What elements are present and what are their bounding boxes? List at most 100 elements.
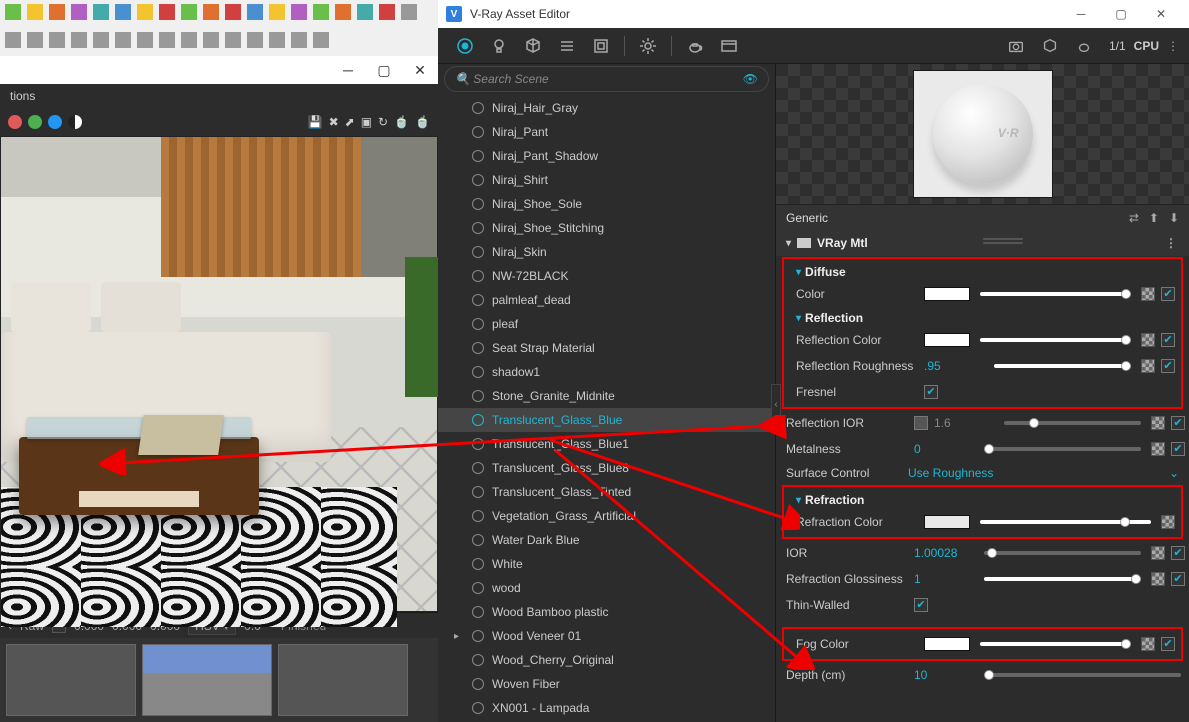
texture-slot[interactable] — [1151, 416, 1165, 430]
material-row[interactable]: Niraj_Skin — [438, 240, 775, 264]
render-viewport[interactable] — [0, 136, 438, 612]
material-row[interactable]: Seat Strap Material — [438, 336, 775, 360]
material-row[interactable]: Niraj_Pant_Shadow — [438, 144, 775, 168]
value-input[interactable]: .95 — [924, 359, 984, 373]
maximize-button[interactable]: ▢ — [1101, 0, 1141, 28]
texture-slot[interactable] — [1151, 442, 1165, 456]
material-row[interactable]: NW-72BLACK — [438, 264, 775, 288]
search-input[interactable]: 🔍 Search Scene 👁 — [444, 66, 769, 92]
tool-icon[interactable] — [159, 4, 175, 20]
slider[interactable] — [984, 447, 1141, 451]
tool-icon[interactable] — [115, 32, 131, 48]
row-surface-control[interactable]: Surface Control Use Roughness ⌄ — [776, 462, 1189, 484]
slider[interactable] — [984, 551, 1141, 555]
bw-dot-button[interactable] — [68, 115, 82, 129]
slider[interactable] — [980, 292, 1131, 296]
texture-slot[interactable] — [1141, 637, 1155, 651]
texture-slot[interactable] — [1161, 515, 1175, 529]
tool-icon[interactable] — [203, 4, 219, 20]
minimize-button[interactable]: ─ — [330, 56, 366, 84]
menu-dots-icon[interactable]: ⋮ — [1167, 39, 1179, 53]
color-swatch[interactable] — [924, 515, 970, 529]
material-type-row[interactable]: VRay Mtl ⋮ — [776, 230, 1189, 256]
save-icon[interactable]: 💾 — [308, 115, 323, 129]
tool-icon[interactable] — [203, 32, 219, 48]
checkbox[interactable] — [1171, 416, 1185, 430]
camera-icon[interactable] — [1005, 35, 1027, 57]
texture-slot[interactable] — [1141, 287, 1155, 301]
teapot-outline-icon[interactable]: 🍵 — [415, 115, 430, 129]
adjust-icon[interactable]: ⇄ — [1129, 211, 1139, 225]
tool-icon[interactable] — [225, 32, 241, 48]
tool-icon[interactable] — [71, 32, 87, 48]
material-row[interactable]: Stone_Granite_Midnite — [438, 384, 775, 408]
history-thumb[interactable] — [142, 644, 272, 716]
material-row[interactable]: wood — [438, 576, 775, 600]
material-row[interactable]: Niraj_Hair_Gray — [438, 96, 775, 120]
material-row[interactable]: shadow1 — [438, 360, 775, 384]
material-row[interactable]: Niraj_Shirt — [438, 168, 775, 192]
material-row[interactable]: pleaf — [438, 312, 775, 336]
red-dot-button[interactable] — [8, 115, 22, 129]
tool-icon[interactable] — [225, 4, 241, 20]
texture-slot[interactable] — [1141, 333, 1155, 347]
value-input[interactable]: 1 — [914, 572, 974, 586]
tool-icon[interactable] — [313, 32, 329, 48]
slider[interactable] — [984, 577, 1141, 581]
texture-slot[interactable] — [1151, 572, 1165, 586]
history-thumbnails[interactable] — [0, 638, 438, 722]
tool-icon[interactable] — [335, 4, 351, 20]
close-button[interactable]: ✕ — [402, 56, 438, 84]
tool-icon[interactable] — [71, 4, 87, 20]
cube-icon[interactable] — [1039, 35, 1061, 57]
material-row[interactable]: Translucent_Glass_Blue1 — [438, 432, 775, 456]
section-refraction[interactable]: Refraction — [786, 489, 1179, 509]
tool-icon[interactable] — [137, 4, 153, 20]
tool-icon[interactable] — [159, 32, 175, 48]
tool-icon[interactable] — [27, 4, 43, 20]
dropdown-value[interactable]: Use Roughness — [908, 466, 993, 480]
value-input[interactable]: 0 — [914, 442, 974, 456]
material-row[interactable]: Translucent_Glass_Blue — [438, 408, 775, 432]
slider[interactable] — [980, 642, 1131, 646]
preview-toggle-icon[interactable]: 👁 — [743, 72, 758, 86]
checkbox[interactable] — [924, 385, 938, 399]
panel-tab[interactable]: tions — [0, 84, 438, 108]
material-row[interactable]: Translucent_Glass_Tinted — [438, 480, 775, 504]
tool-icon[interactable] — [379, 4, 395, 20]
close-button[interactable]: ✕ — [1141, 0, 1181, 28]
checkbox[interactable] — [1171, 442, 1185, 456]
checkbox[interactable] — [914, 598, 928, 612]
material-row[interactable]: Niraj_Shoe_Sole — [438, 192, 775, 216]
material-row[interactable]: Vegetation_Grass_Artificial — [438, 504, 775, 528]
pick-icon[interactable]: ⬈ — [345, 115, 355, 129]
material-row[interactable]: Niraj_Pant — [438, 120, 775, 144]
tool-icon[interactable] — [357, 4, 373, 20]
tool-icon[interactable] — [93, 4, 109, 20]
tool-icon[interactable] — [93, 32, 109, 48]
materials-tab-icon[interactable] — [454, 35, 476, 57]
material-row[interactable]: ▸Wood Veneer 01 — [438, 624, 775, 648]
add-icon[interactable]: ⬆ — [1149, 211, 1159, 225]
texture-slot[interactable] — [1151, 546, 1165, 560]
teapot2-icon[interactable] — [1073, 35, 1095, 57]
tool-icon[interactable] — [27, 32, 43, 48]
color-swatch[interactable] — [924, 333, 970, 347]
cpu-label[interactable]: CPU — [1134, 39, 1159, 53]
checkbox[interactable] — [1161, 637, 1175, 651]
render-elements-tab-icon[interactable] — [556, 35, 578, 57]
color-swatch[interactable] — [924, 287, 970, 301]
value-input[interactable]: 10 — [914, 668, 974, 682]
material-row[interactable]: Wood_Cherry_Original — [438, 648, 775, 672]
slider[interactable] — [980, 520, 1151, 524]
material-row[interactable]: XN001 - Lampada — [438, 696, 775, 720]
material-list[interactable]: Niraj_Hair_GrayNiraj_PantNiraj_Pant_Shad… — [438, 96, 775, 722]
more-icon[interactable]: ⋮ — [1165, 236, 1179, 250]
teapot-render-icon[interactable] — [684, 35, 706, 57]
tool-icon[interactable] — [181, 4, 197, 20]
tool-icon[interactable] — [137, 32, 153, 48]
blue-dot-button[interactable] — [48, 115, 62, 129]
delete-icon[interactable]: ✖ — [329, 115, 339, 129]
collapse-handle[interactable]: ‹ — [771, 384, 781, 424]
checkbox[interactable] — [1161, 359, 1175, 373]
